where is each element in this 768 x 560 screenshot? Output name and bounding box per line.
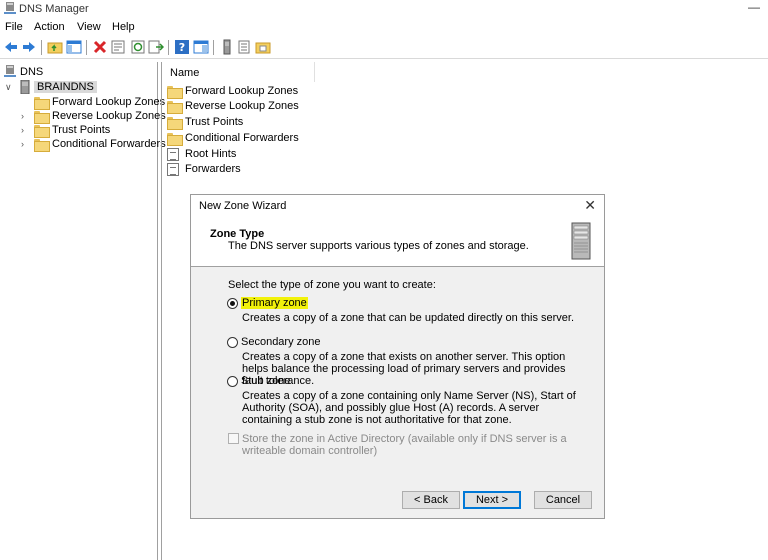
refresh-icon[interactable] bbox=[130, 39, 146, 55]
menu-bar: File Action View Help bbox=[0, 19, 768, 36]
tree-item-dns[interactable]: DNS bbox=[4, 65, 154, 80]
zone-type-prompt: Select the type of zone you want to crea… bbox=[228, 279, 436, 291]
column-divider[interactable] bbox=[314, 62, 315, 82]
close-icon[interactable]: ✕ bbox=[584, 197, 596, 214]
console-tree: DNS ∨ BRAINDNS Forward Lookup Zones › Re… bbox=[0, 62, 166, 560]
list-item-reverse-lookup-zones[interactable]: Reverse Lookup Zones bbox=[167, 99, 317, 114]
folder-icon bbox=[167, 86, 183, 99]
server-icon bbox=[20, 80, 30, 94]
toolbar-separator bbox=[213, 40, 214, 55]
list-item-label: Forward Lookup Zones bbox=[185, 85, 299, 97]
tree-label: Conditional Forwarders bbox=[52, 138, 166, 150]
wizard-header: Zone Type The DNS server supports variou… bbox=[191, 217, 604, 267]
secondary-zone-radio[interactable]: Secondary zone bbox=[227, 336, 321, 349]
list-item-root-hints[interactable]: Root Hints bbox=[167, 147, 317, 162]
list-item-forward-lookup-zones[interactable]: Forward Lookup Zones bbox=[167, 84, 317, 99]
minimize-button[interactable]: — bbox=[748, 0, 760, 14]
back-button[interactable]: < Back bbox=[402, 491, 460, 509]
menu-action[interactable]: Action bbox=[34, 21, 65, 33]
next-button[interactable]: Next > bbox=[463, 491, 521, 509]
toolbar: ? bbox=[0, 37, 768, 59]
toolbar-separator bbox=[168, 40, 169, 55]
tree-label: DNS bbox=[20, 66, 44, 78]
list-item-label: Forwarders bbox=[185, 163, 241, 175]
list-item-label: Conditional Forwarders bbox=[185, 132, 299, 144]
tree-label: Trust Points bbox=[52, 124, 111, 136]
radio-button[interactable] bbox=[227, 298, 238, 309]
primary-zone-radio[interactable]: Primary zone bbox=[227, 297, 308, 310]
back-icon[interactable] bbox=[3, 39, 19, 55]
tree-item-trust-points[interactable]: › Trust Points bbox=[4, 123, 154, 138]
toolbar-separator bbox=[86, 40, 87, 55]
view-icon[interactable] bbox=[193, 39, 209, 55]
radio-button[interactable] bbox=[227, 376, 238, 387]
tree-item-conditional-forwarders[interactable]: › Conditional Forwarders bbox=[4, 137, 166, 152]
list-item-conditional-forwarders[interactable]: Conditional Forwarders bbox=[167, 131, 317, 146]
help-icon[interactable]: ? bbox=[174, 39, 190, 55]
folder-icon bbox=[34, 111, 50, 124]
folder-icon bbox=[34, 125, 50, 138]
folder-up-icon[interactable] bbox=[47, 39, 63, 55]
properties-icon[interactable] bbox=[110, 39, 126, 55]
title-bar: DNS Manager — bbox=[0, 0, 768, 18]
new-zone-wizard-dialog: New Zone Wizard ✕ Zone Type The DNS serv… bbox=[190, 194, 605, 519]
chevron-right-icon[interactable]: › bbox=[21, 111, 24, 121]
chevron-down-icon[interactable]: ∨ bbox=[5, 82, 12, 93]
column-header-name[interactable]: Name bbox=[170, 67, 199, 79]
primary-zone-description: Creates a copy of a zone that can be upd… bbox=[242, 312, 575, 324]
list-item-forwarders[interactable]: Forwarders bbox=[167, 162, 317, 177]
folder-icon bbox=[34, 97, 50, 110]
list-item-label: Root Hints bbox=[185, 148, 237, 160]
wizard-heading: Zone Type bbox=[210, 228, 265, 240]
dns-manager-icon bbox=[4, 2, 16, 14]
show-hide-tree-icon[interactable] bbox=[66, 39, 82, 55]
radio-label: Stub zone bbox=[241, 375, 291, 387]
folder-icon[interactable] bbox=[255, 39, 271, 55]
menu-view[interactable]: View bbox=[77, 21, 101, 33]
list-item-label: Reverse Lookup Zones bbox=[185, 100, 299, 112]
cancel-button[interactable]: Cancel bbox=[534, 491, 592, 509]
svg-text:?: ? bbox=[179, 41, 185, 54]
radio-label: Secondary zone bbox=[241, 336, 321, 348]
radio-label: Primary zone bbox=[241, 297, 308, 309]
forward-icon[interactable] bbox=[21, 39, 37, 55]
document-icon bbox=[167, 148, 179, 161]
chevron-right-icon[interactable]: › bbox=[21, 125, 24, 135]
radio-button[interactable] bbox=[227, 337, 238, 348]
folder-icon bbox=[167, 133, 183, 146]
store-in-ad-label: Store the zone in Active Directory (avai… bbox=[242, 433, 567, 457]
delete-icon[interactable] bbox=[92, 39, 108, 55]
toolbar-separator bbox=[41, 40, 42, 55]
tree-label: Reverse Lookup Zones bbox=[52, 110, 166, 122]
dialog-title-bar: New Zone Wizard ✕ bbox=[191, 195, 604, 217]
wizard-subheading: The DNS server supports various types of… bbox=[228, 240, 529, 252]
dialog-title: New Zone Wizard bbox=[199, 200, 287, 212]
stub-zone-radio[interactable]: Stub zone bbox=[227, 375, 307, 388]
tree-item-braindns[interactable]: ∨ BRAINDNS bbox=[4, 80, 154, 95]
folder-icon bbox=[167, 101, 183, 114]
store-in-ad-checkbox[interactable] bbox=[228, 433, 239, 444]
folder-icon bbox=[167, 117, 183, 130]
folder-icon bbox=[34, 139, 50, 152]
list-item-label: Trust Points bbox=[185, 116, 244, 128]
tree-label: Forward Lookup Zones bbox=[52, 96, 166, 108]
server-tower-icon bbox=[571, 222, 591, 260]
tree-item-reverse-lookup-zones[interactable]: › Reverse Lookup Zones bbox=[4, 109, 166, 124]
list-item-trust-points[interactable]: Trust Points bbox=[167, 115, 317, 130]
document-icon bbox=[167, 163, 179, 176]
export-icon[interactable] bbox=[148, 39, 164, 55]
server-icon[interactable] bbox=[219, 39, 235, 55]
chevron-right-icon[interactable]: › bbox=[21, 139, 24, 149]
menu-help[interactable]: Help bbox=[112, 21, 135, 33]
stub-zone-description: Creates a copy of a zone containing only… bbox=[242, 390, 576, 426]
window-title: DNS Manager bbox=[19, 3, 89, 15]
tree-label: BRAINDNS bbox=[34, 81, 97, 93]
list-icon[interactable] bbox=[236, 39, 252, 55]
menu-file[interactable]: File bbox=[5, 21, 23, 33]
dns-icon bbox=[4, 65, 16, 77]
tree-item-forward-lookup-zones[interactable]: Forward Lookup Zones bbox=[4, 95, 165, 110]
